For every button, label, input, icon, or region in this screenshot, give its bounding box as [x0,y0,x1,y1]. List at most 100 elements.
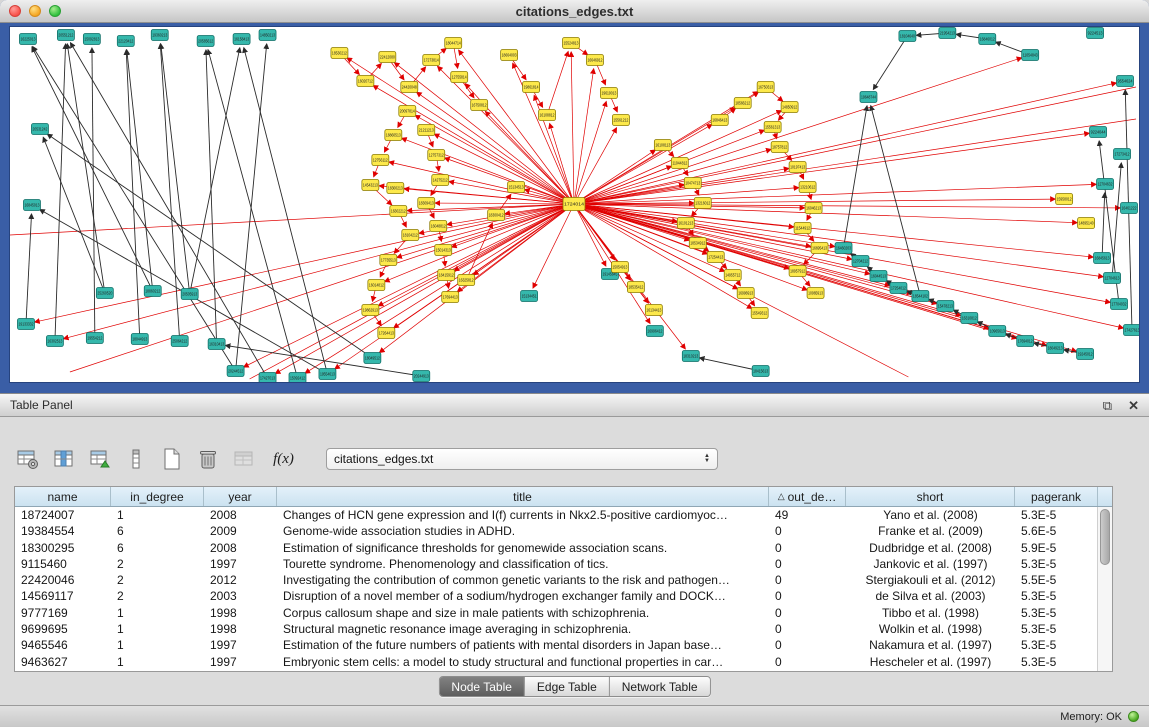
graph-node[interactable]: 10474713 [684,178,701,189]
graph-node[interactable]: 16014812 [368,280,385,291]
graph-node[interactable]: 18044913 [131,334,148,345]
graph-node[interactable]: 11054843 [1022,50,1039,61]
graph-node[interactable]: 14850912 [781,102,798,113]
graph-node[interactable]: 15054913 [611,262,628,273]
graph-node[interactable]: 18860212 [144,286,161,297]
table-row[interactable]: 946554611997Estimation of the future num… [15,637,1112,653]
table-row[interactable]: 946362711997Embryonic stem cells: a mode… [15,654,1112,670]
graph-node[interactable]: 18566212 [734,98,751,109]
graph-node[interactable]: 16044513 [870,271,887,282]
graph-node[interactable]: 25064212 [171,336,188,347]
graph-node[interactable]: 16846012 [979,34,996,45]
column-header-title[interactable]: title [277,487,769,506]
graph-node[interactable]: 16302513 [46,336,63,347]
column-header-pagerank[interactable]: pagerank [1015,487,1098,506]
scrollbar-thumb[interactable] [1100,509,1110,565]
graph-node[interactable]: 22120412 [117,36,134,47]
graph-node[interactable]: 16996913 [737,288,754,299]
graph-node[interactable]: 17694012 [1017,336,1034,347]
graph-node[interactable]: 18309413 [418,198,435,209]
graph-node[interactable]: 15092412 [289,373,306,383]
graph-node[interactable]: 20097814 [399,106,416,117]
graph-node[interactable]: 17254012 [890,283,907,294]
table-row[interactable]: 911546021997Tourette syndrome. Phenomeno… [15,556,1112,572]
show-columns-button[interactable] [50,446,77,473]
table-row[interactable]: 969969511998Structural magnetic resonanc… [15,621,1112,637]
graph-node[interactable]: 13216012 [694,198,711,209]
graph-node[interactable]: 18415613 [752,366,769,377]
table-row[interactable]: 1938455462009Genome-wide association stu… [15,523,1112,539]
column-header-name[interactable]: name [15,487,111,506]
graph-node[interactable]: 22412080 [379,52,396,63]
graph-node[interactable]: 20244913 [413,371,430,382]
graph-node[interactable]: 18300412 [488,210,505,221]
graph-node[interactable]: 15549312 [751,308,768,319]
graph-node[interactable]: 13210612 [799,182,816,193]
graph-node[interactable]: 16646912 [586,55,603,66]
graph-node[interactable]: 10197413 [789,162,806,173]
graph-node[interactable]: 18757812 [771,142,788,153]
graph-node[interactable]: 11044812 [671,158,688,169]
table-row[interactable]: 977716911998Corpus callosum shape and si… [15,605,1112,621]
graph-node[interactable]: 14275212 [432,175,449,186]
close-panel-icon[interactable]: ✕ [1128,399,1139,412]
minimize-window-button[interactable] [29,5,41,17]
graph-node[interactable]: 20244512 [227,366,244,377]
graph-node[interactable]: 20531242 [31,124,48,135]
graph-node[interactable]: 16461222 [1121,203,1138,214]
graph-node[interactable]: 15958012 [1056,194,1073,205]
graph-node[interactable]: 17427613 [1124,325,1139,336]
table-row[interactable]: 1456911722003Disruption of a novel membe… [15,588,1112,604]
graph-node[interactable]: 16108812 [539,110,556,121]
graph-node[interactable]: 15134451 [521,291,538,302]
graph-node[interactable]: 17704032 [1111,299,1128,310]
tab-edge-table[interactable]: Edge Table [525,677,610,696]
graph-node[interactable]: 17694413 [442,292,459,303]
graph-node[interactable]: 18534912 [689,238,706,249]
float-panel-icon[interactable]: ⧉ [1103,399,1112,412]
graph-node[interactable]: 16048812 [430,221,447,232]
graph-node[interactable]: 18415912 [438,270,455,281]
zoom-window-button[interactable] [49,5,61,17]
graph-node[interactable]: 18044714 [445,38,462,49]
tab-network-table[interactable]: Network Table [610,677,710,696]
graph-node[interactable]: 10965913 [807,288,824,299]
graph-node[interactable]: 16845013 [23,200,40,211]
graph-node[interactable]: 19245012 [1077,349,1094,360]
graph-node[interactable]: 17427013 [259,373,276,383]
graph-node[interactable]: 19862913 [362,305,379,316]
function-builder-button[interactable]: f(x) [266,446,301,473]
graph-node[interactable]: 16101213 [677,218,694,229]
graph-node[interactable]: 16310812 [961,313,978,324]
graph-node[interactable]: 16325812 [458,275,475,286]
graph-node[interactable]: 18049512 [364,353,381,364]
import-table-button[interactable] [86,446,113,473]
graph-node[interactable]: 16158413 [233,34,250,45]
graph-node[interactable]: 16108113 [654,140,671,151]
graph-node[interactable]: 16046213 [805,203,822,214]
graph-node[interactable]: 16845613 [1094,253,1111,264]
column-header-in-degree[interactable]: in_degree [111,487,204,506]
table-row[interactable]: 1830029562008Estimation of significance … [15,540,1112,556]
window-titlebar[interactable]: citations_edges.txt [0,0,1149,23]
column-header-year[interactable]: year [204,487,277,506]
graph-node[interactable]: 19861814 [523,82,540,93]
graph-node[interactable]: 17273412 [1114,149,1131,160]
graph-node[interactable]: 16134413 [645,305,662,316]
graph-node[interactable]: 25260520 [96,288,113,299]
graph-node[interactable]: 12755814 [451,72,468,83]
graph-node[interactable]: 19619013 [600,88,617,99]
row-selector-button[interactable] [122,446,149,473]
graph-node[interactable]: 12704212 [852,256,869,267]
graph-node[interactable]: 17273814 [423,55,440,66]
graph-node[interactable]: 16996412 [646,326,663,337]
graph-node[interactable]: 15524813 [563,38,580,49]
graph-node[interactable]: 16750812 [471,100,488,111]
graph-node[interactable]: 18104640 [899,31,916,42]
graph-node[interactable]: 16225013 [19,34,36,45]
graph-node[interactable]: 20505913 [181,289,198,300]
graph-node[interactable]: 21954213 [939,28,956,39]
graph-node[interactable]: 20585612 [197,36,214,47]
graph-node[interactable]: 18535412 [627,282,644,293]
graph-node[interactable]: 20551212 [57,30,74,41]
